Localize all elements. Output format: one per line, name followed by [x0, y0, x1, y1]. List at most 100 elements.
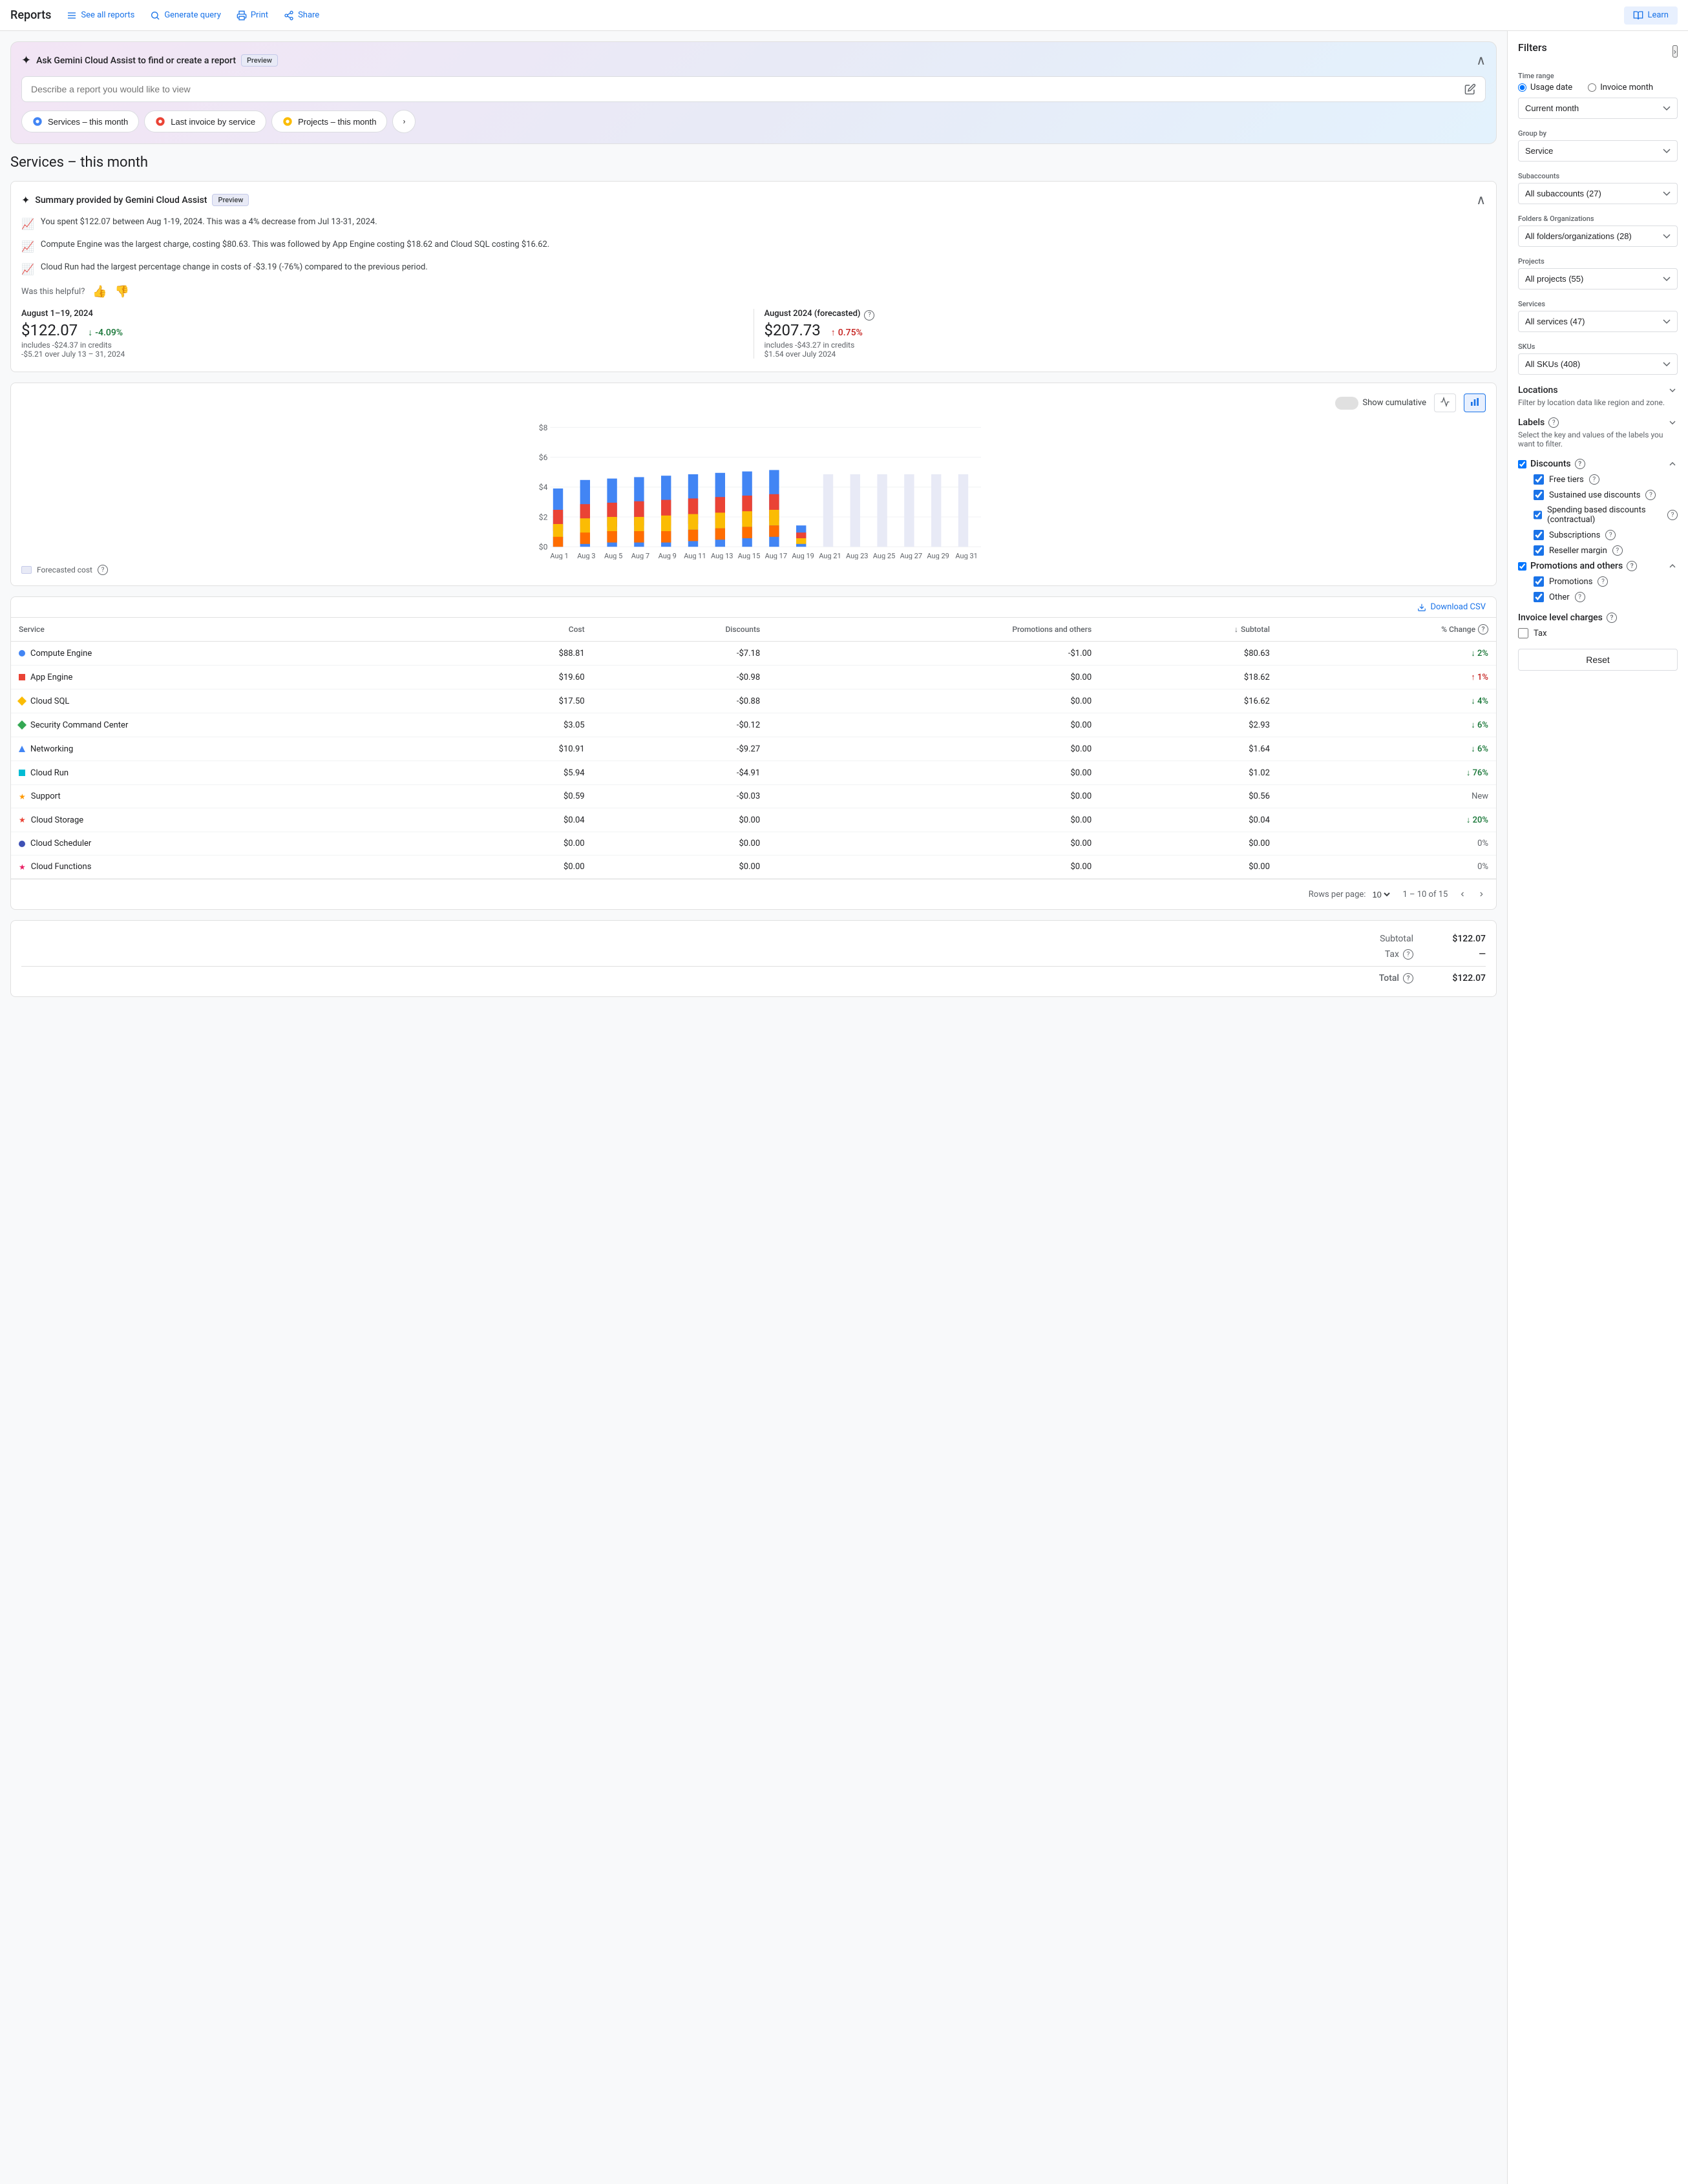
- change-cell: ↓ 6%: [1278, 713, 1496, 737]
- sort-icon: ↓: [1234, 625, 1238, 634]
- download-icon: [1417, 603, 1426, 612]
- spending-help[interactable]: ?: [1667, 510, 1678, 520]
- line-chart-button[interactable]: [1434, 394, 1456, 412]
- promotions-checkbox[interactable]: [1534, 576, 1544, 587]
- tax-checkbox[interactable]: [1518, 628, 1528, 638]
- invoice-charges-section: Invoice level charges ? Tax: [1518, 613, 1678, 638]
- usage-date-radio[interactable]: [1518, 83, 1526, 92]
- services-select[interactable]: All services (47): [1518, 311, 1678, 332]
- credits-header: Discounts ?: [1518, 459, 1678, 469]
- share-link[interactable]: Share: [284, 10, 319, 21]
- subtotal-cell: $0.00: [1099, 832, 1278, 856]
- usage-date-option[interactable]: Usage date: [1518, 83, 1572, 92]
- gemini-collapse-button[interactable]: ∧: [1476, 52, 1486, 68]
- discounts-help-icon[interactable]: ?: [1575, 459, 1585, 469]
- other-checkbox[interactable]: [1534, 592, 1544, 602]
- quick-report-invoice[interactable]: Last invoice by service: [144, 110, 266, 132]
- forecasted-help-icon[interactable]: ?: [864, 310, 874, 320]
- arrow-up-icon: ↑: [831, 327, 836, 338]
- sustained-checkbox[interactable]: [1534, 490, 1544, 500]
- reseller-help[interactable]: ?: [1612, 545, 1623, 556]
- free-tiers-checkbox[interactable]: [1534, 474, 1544, 485]
- learn-link[interactable]: Learn: [1624, 6, 1678, 25]
- bar-chart-button[interactable]: [1464, 394, 1486, 412]
- toggle-switch[interactable]: [1335, 397, 1358, 410]
- quick-report-services[interactable]: Services – this month: [21, 110, 139, 132]
- cost-cell: $0.04: [448, 808, 593, 832]
- folders-filter: Folders & Organizations All folders/orga…: [1518, 215, 1678, 247]
- labels-header[interactable]: Labels ?: [1518, 417, 1678, 428]
- subtotal-row: Subtotal $122.07: [21, 931, 1486, 947]
- skus-select[interactable]: All SKUs (408): [1518, 353, 1678, 375]
- rows-per-page-select[interactable]: 10 25 50: [1369, 889, 1392, 900]
- sidebar-expand-button[interactable]: ›: [1672, 45, 1678, 58]
- chart-wrapper: $8 $6 $4 $2 $0: [21, 417, 1486, 560]
- generate-query-link[interactable]: Generate query: [150, 10, 221, 21]
- cost-cell: $5.94: [448, 761, 593, 785]
- promotions-others-checkbox[interactable]: [1518, 562, 1526, 571]
- subaccounts-label: Subaccounts: [1518, 172, 1678, 180]
- reset-button[interactable]: Reset: [1518, 649, 1678, 671]
- svg-text:Aug 17: Aug 17: [765, 552, 787, 560]
- invoice-charges-help[interactable]: ?: [1607, 613, 1617, 623]
- gemini-text-input[interactable]: [31, 84, 1464, 94]
- svg-text:$2: $2: [539, 512, 548, 521]
- subaccounts-select[interactable]: All subaccounts (27): [1518, 183, 1678, 204]
- content-area: ✦ Ask Gemini Cloud Assist to find or cre…: [0, 31, 1507, 2184]
- service-name-cell: Cloud Scheduler: [11, 832, 448, 856]
- folders-select[interactable]: All folders/organizations (28): [1518, 226, 1678, 247]
- change-cell: ↓ 2%: [1278, 642, 1496, 666]
- next-page-button[interactable]: ›: [1477, 886, 1486, 903]
- total-help-icon[interactable]: ?: [1403, 973, 1413, 983]
- total-value: $122.07: [1434, 973, 1486, 983]
- totals-divider: [21, 966, 1486, 967]
- spending-checkbox[interactable]: [1534, 510, 1542, 520]
- download-csv-button[interactable]: Download CSV: [1417, 602, 1486, 612]
- promotions-help[interactable]: ?: [1627, 561, 1637, 571]
- prev-page-button[interactable]: ‹: [1458, 886, 1466, 903]
- time-range-label: Time range: [1518, 72, 1678, 80]
- quick-reports-next-button[interactable]: ›: [392, 110, 416, 133]
- current-change: ↓ -4.09%: [88, 327, 123, 338]
- other-help[interactable]: ?: [1575, 592, 1585, 602]
- svg-text:Aug 27: Aug 27: [900, 552, 922, 560]
- subscriptions-help[interactable]: ?: [1605, 530, 1616, 540]
- forecasted-cost-help[interactable]: ?: [98, 565, 108, 575]
- service-name-cell: ★ Support: [11, 785, 448, 808]
- top-navigation: Reports See all reports Generate query P…: [0, 0, 1688, 31]
- invoice-charges-header: Invoice level charges ?: [1518, 613, 1678, 623]
- learn-icon: [1633, 10, 1643, 21]
- sustained-help[interactable]: ?: [1645, 490, 1656, 500]
- free-tiers-help[interactable]: ?: [1589, 474, 1599, 485]
- quick-report-projects[interactable]: Projects – this month: [271, 110, 387, 132]
- table-header-row: Download CSV: [11, 597, 1496, 618]
- current-month-select[interactable]: Current month: [1518, 98, 1678, 119]
- show-cumulative-toggle[interactable]: Show cumulative: [1335, 397, 1426, 410]
- promotions-item-help[interactable]: ?: [1598, 576, 1608, 587]
- cost-cell: $0.00: [448, 856, 593, 879]
- summary-collapse-button[interactable]: ∧: [1476, 192, 1486, 208]
- invoice-month-option[interactable]: Invoice month: [1588, 83, 1653, 92]
- total-row: Total ? $122.07: [21, 971, 1486, 986]
- reseller-checkbox[interactable]: [1534, 545, 1544, 556]
- change-help-icon[interactable]: ?: [1478, 624, 1488, 635]
- bar-chart-icon: [1470, 397, 1480, 407]
- reseller-item: Reseller margin ?: [1534, 545, 1678, 556]
- locations-header[interactable]: Locations: [1518, 385, 1678, 395]
- labels-help-icon[interactable]: ?: [1548, 417, 1559, 428]
- subtotal-cell: $80.63: [1099, 642, 1278, 666]
- group-by-select[interactable]: Service: [1518, 140, 1678, 162]
- tax-help-icon[interactable]: ?: [1403, 949, 1413, 960]
- table-row: Cloud Scheduler $0.00 $0.00 $0.00 $0.00 …: [11, 832, 1496, 856]
- thumbs-up-button[interactable]: 👍: [92, 285, 107, 299]
- subscriptions-checkbox[interactable]: [1534, 530, 1544, 540]
- discounts-checkbox[interactable]: [1518, 460, 1526, 468]
- gemini-card: ✦ Ask Gemini Cloud Assist to find or cre…: [10, 41, 1497, 144]
- projects-select[interactable]: All projects (55): [1518, 268, 1678, 289]
- thumbs-down-button[interactable]: 👎: [115, 285, 129, 299]
- see-all-reports-link[interactable]: See all reports: [67, 10, 134, 21]
- invoice-month-radio[interactable]: [1588, 83, 1596, 92]
- print-link[interactable]: Print: [237, 10, 268, 21]
- credits-children: Free tiers ? Sustained use discounts ? S…: [1518, 474, 1678, 556]
- print-icon: [237, 10, 247, 21]
